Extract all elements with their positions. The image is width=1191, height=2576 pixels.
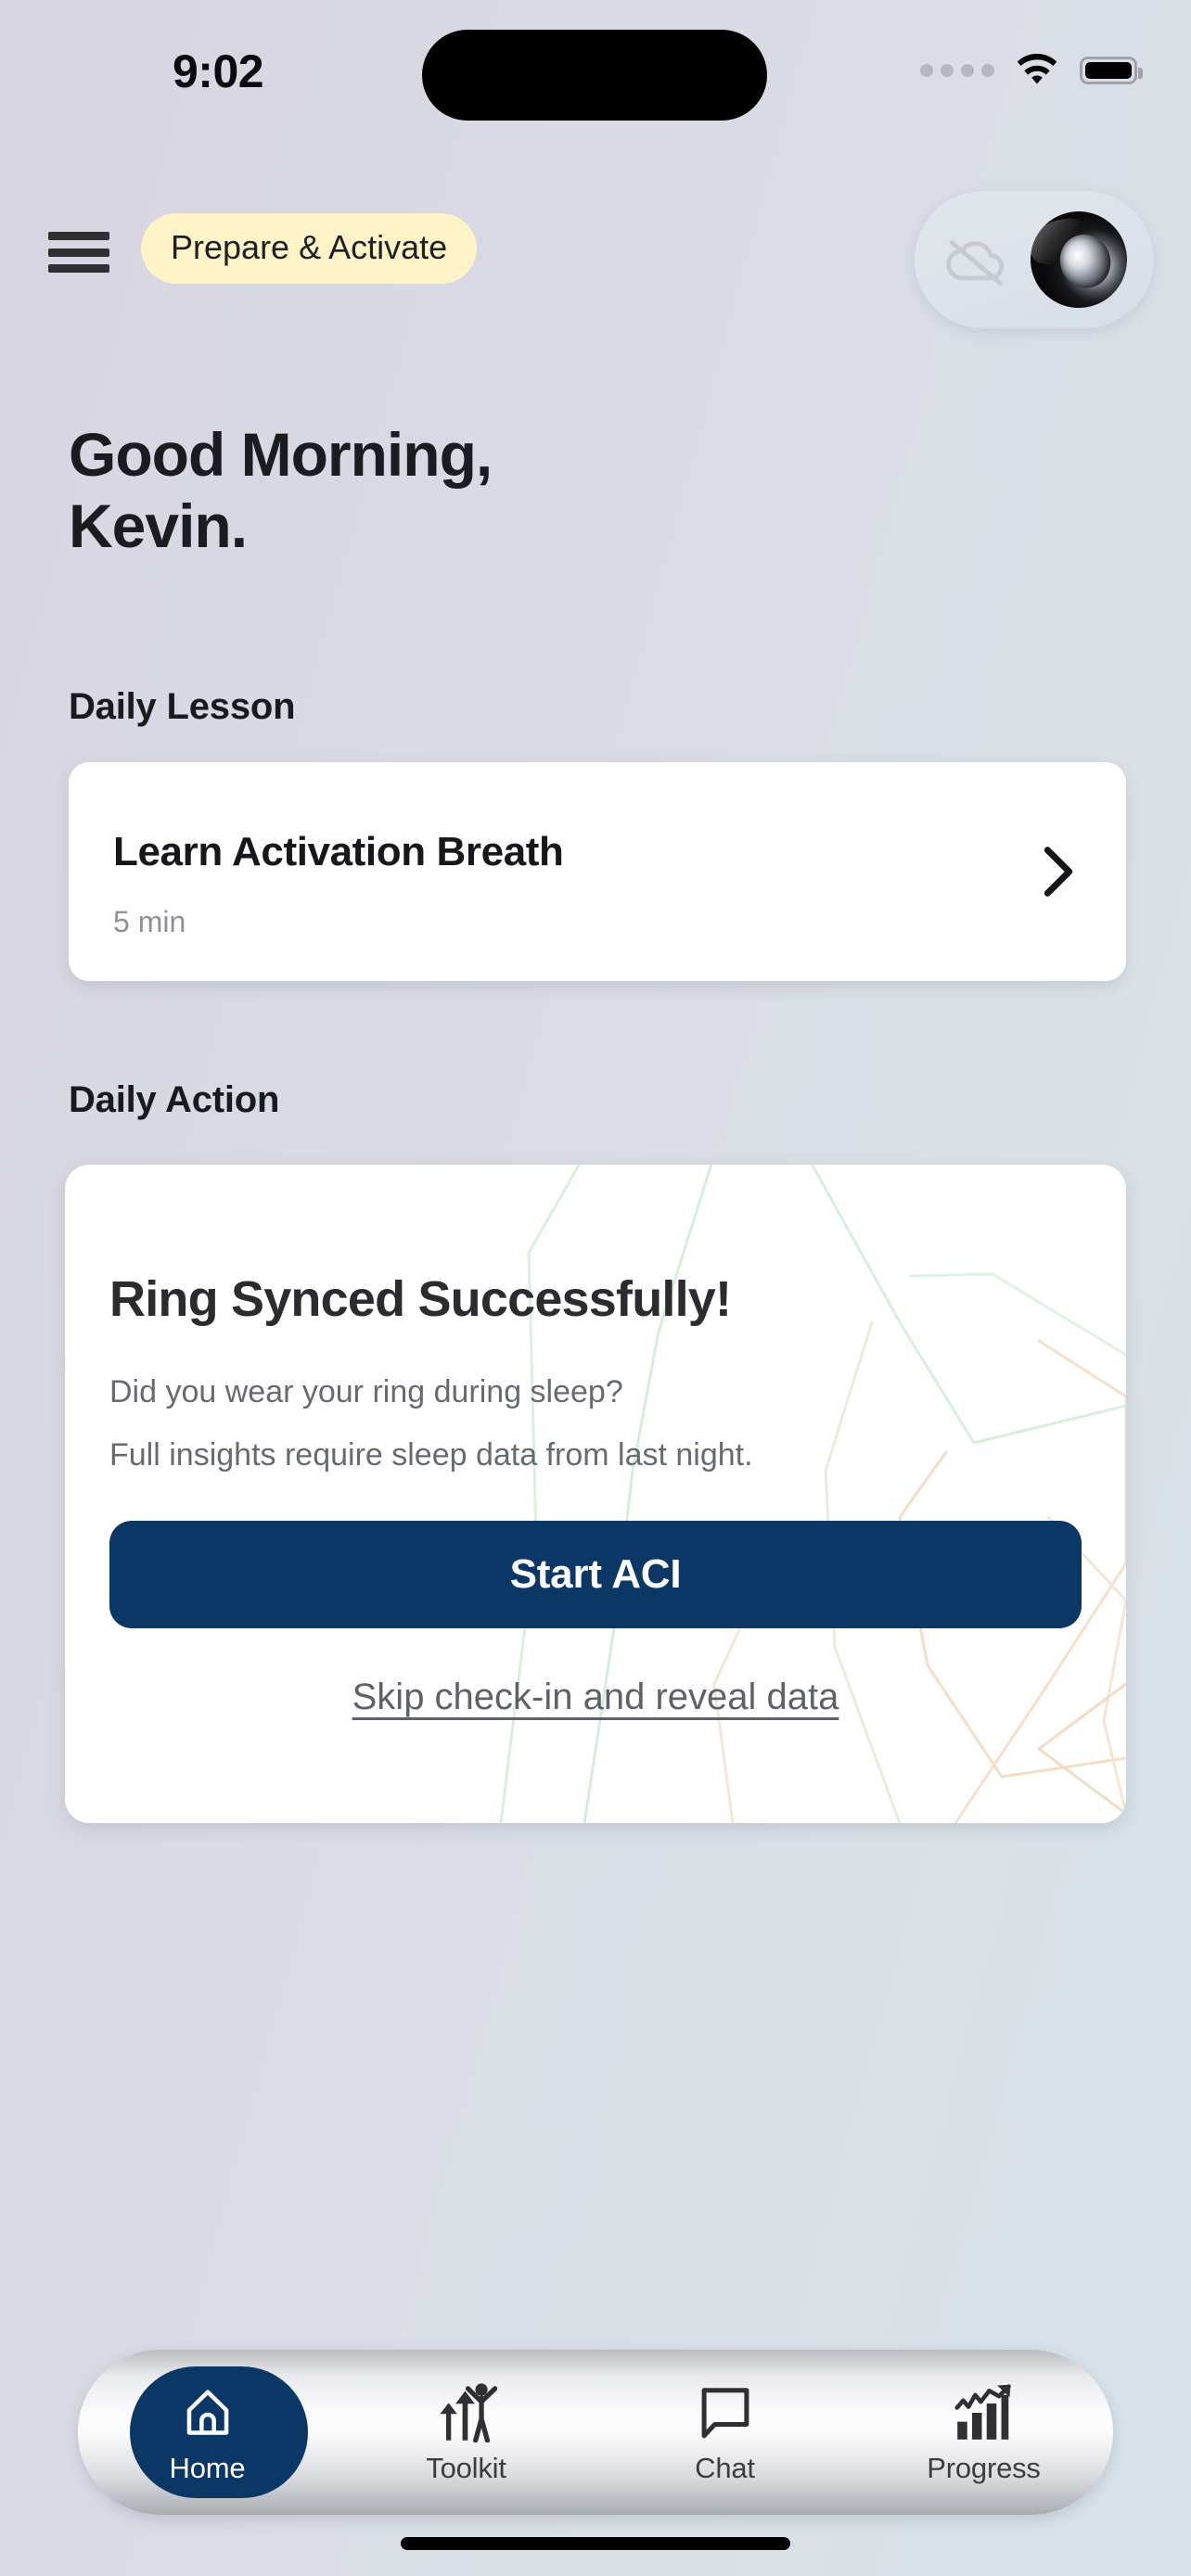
battery-full-icon — [1080, 57, 1143, 84]
bottom-navigation-bar: Home Toolkit Chat Progress — [78, 2350, 1113, 2515]
start-aci-button[interactable]: Start ACI — [109, 1521, 1082, 1628]
skip-checkin-link[interactable]: Skip check-in and reveal data — [352, 1677, 839, 1717]
lesson-duration: 5 min — [113, 905, 186, 938]
nav-item-chat[interactable]: Chat — [596, 2350, 854, 2515]
cloud-off-icon — [946, 239, 1005, 286]
nav-label-home: Home — [169, 2452, 246, 2484]
app-header: Prepare & Activate — [0, 191, 1191, 328]
greeting-line-1: Good Morning, — [69, 420, 493, 489]
hamburger-menu-icon[interactable] — [48, 226, 109, 278]
smart-ring-image — [1017, 198, 1141, 322]
home-indicator — [401, 2537, 790, 2550]
home-icon — [179, 2379, 237, 2442]
toolkit-icon — [433, 2379, 500, 2442]
dynamic-island — [422, 30, 767, 121]
status-bar-time: 9:02 — [173, 45, 264, 97]
action-card-question: Did you wear your ring during sleep? — [109, 1374, 623, 1409]
nav-item-home[interactable]: Home — [78, 2350, 337, 2515]
status-bar-indicators — [920, 54, 1143, 87]
lesson-title: Learn Activation Breath — [113, 829, 564, 874]
daily-action-section-label: Daily Action — [69, 1079, 280, 1120]
skip-checkin-link-wrapper: Skip check-in and reveal data — [65, 1677, 1126, 1718]
action-card-note: Full insights require sleep data from la… — [109, 1437, 753, 1473]
chevron-right-icon — [1044, 847, 1073, 897]
chat-icon — [696, 2379, 755, 2442]
action-card-title: Ring Synced Successfully! — [109, 1271, 732, 1327]
nav-item-progress[interactable]: Progress — [854, 2350, 1113, 2515]
status-bar: 9:02 — [0, 0, 1191, 130]
daily-action-card: Ring Synced Successfully! Did you wear y… — [65, 1165, 1126, 1823]
greeting-line-2: Kevin. — [69, 491, 248, 560]
page-title: Good Morning, Kevin. — [69, 419, 903, 561]
cellular-dots-icon — [920, 64, 994, 77]
nav-item-toolkit[interactable]: Toolkit — [337, 2350, 596, 2515]
decorative-polyline-pattern — [499, 1165, 1126, 1823]
nav-label-chat: Chat — [695, 2452, 755, 2484]
nav-label-progress: Progress — [927, 2452, 1041, 2484]
daily-lesson-card[interactable]: Learn Activation Breath 5 min — [69, 762, 1126, 981]
daily-lesson-section-label: Daily Lesson — [69, 686, 296, 727]
nav-label-toolkit: Toolkit — [426, 2452, 506, 2484]
wifi-icon — [1017, 54, 1057, 84]
ring-status-widget[interactable] — [915, 191, 1154, 328]
phase-badge[interactable]: Prepare & Activate — [141, 213, 478, 284]
progress-icon — [952, 2379, 1017, 2442]
